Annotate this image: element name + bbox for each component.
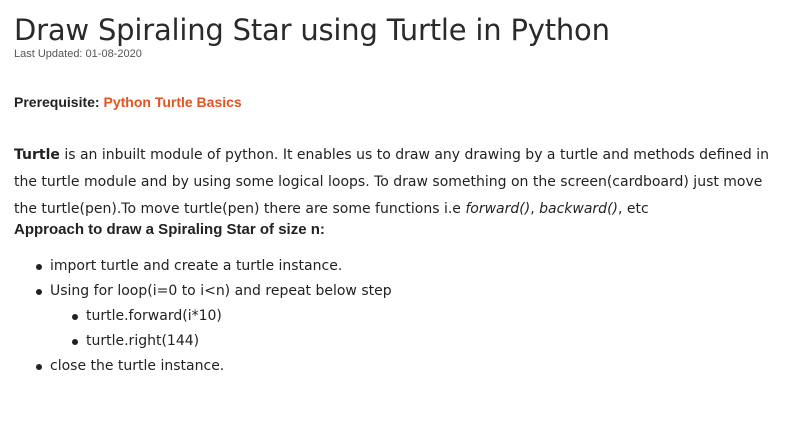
intro-text: is an inbuilt module of python. It enabl…: [14, 147, 770, 217]
page-title: Draw Spiraling Star using Turtle in Pyth…: [14, 13, 610, 47]
step-text: import turtle and create a turtle instan…: [50, 258, 343, 274]
prerequisite-label: Prerequisite:: [14, 94, 104, 110]
sub-steps-list: turtle.forward(i*10) turtle.right(144): [50, 304, 794, 354]
steps-list: import turtle and create a turtle instan…: [14, 254, 794, 379]
step-text: Using for loop(i=0 to i<n) and repeat be…: [50, 283, 392, 299]
sub-list-item: turtle.right(144): [72, 329, 794, 354]
forward-function: forward(): [465, 201, 531, 217]
sub-list-item: turtle.forward(i*10): [72, 304, 794, 329]
article: Draw Spiraling Star using Turtle in Pyth…: [14, 0, 794, 379]
sub-step-text: turtle.forward(i*10): [86, 308, 222, 324]
prerequisite: Prerequisite: Python Turtle Basics: [14, 93, 794, 111]
intro-paragraph: Turtle is an inbuilt module of python. I…: [14, 142, 789, 223]
sub-step-text: turtle.right(144): [86, 333, 200, 349]
list-item: Using for loop(i=0 to i<n) and repeat be…: [36, 279, 794, 354]
step-text: close the turtle instance.: [50, 358, 225, 374]
intro-text-end: , etc: [618, 201, 649, 217]
intro-separator: ,: [530, 201, 540, 217]
intro-bold-word: Turtle: [14, 147, 60, 163]
list-item: close the turtle instance.: [36, 354, 794, 379]
list-item: import turtle and create a turtle instan…: [36, 254, 794, 279]
last-updated: Last Updated: 01-08-2020: [14, 48, 142, 60]
backward-function: backward(): [539, 201, 618, 217]
approach-heading: Approach to draw a Spiraling Star of siz…: [14, 221, 325, 238]
prerequisite-link[interactable]: Python Turtle Basics: [103, 94, 241, 110]
